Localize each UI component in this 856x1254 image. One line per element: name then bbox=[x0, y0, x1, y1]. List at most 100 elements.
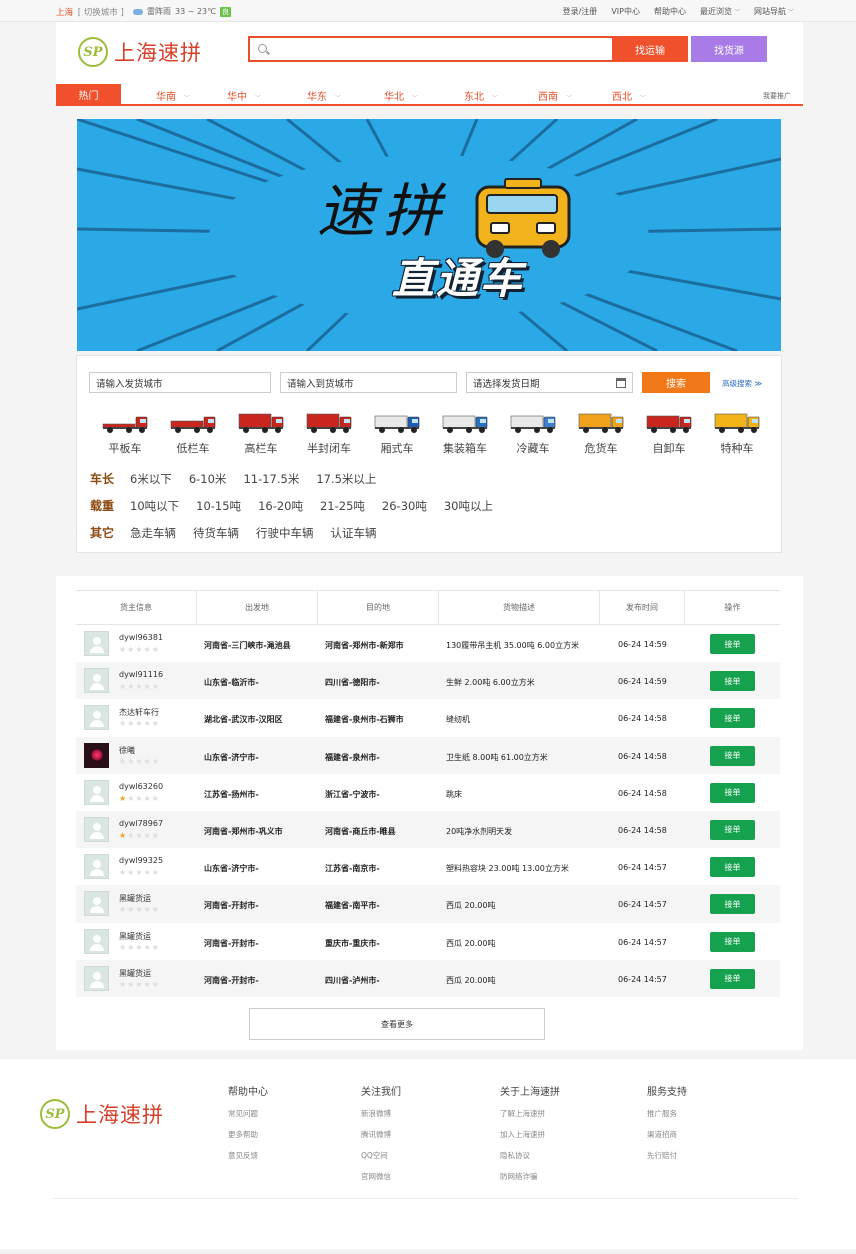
nav-region-huanan[interactable]: 华南 ﹀ bbox=[156, 88, 190, 103]
destination-cell: 重庆市-重庆市- bbox=[325, 938, 380, 948]
truck-type-option[interactable]: 冷藏车 bbox=[499, 408, 567, 456]
rating-stars: ★★★★★ bbox=[119, 980, 160, 989]
site-nav-dropdown[interactable]: 网站导航 ﹀ bbox=[754, 6, 794, 17]
truck-type-option[interactable]: 自卸车 bbox=[635, 408, 703, 456]
nav-region-xibei[interactable]: 西北 ﹀ bbox=[612, 88, 646, 103]
recent-browse-dropdown[interactable]: 最近浏览 ﹀ bbox=[700, 6, 740, 17]
destination-city-input[interactable]: 请输入到货城市 bbox=[280, 372, 457, 393]
shipper-name[interactable]: dywl63260 bbox=[119, 782, 163, 791]
take-order-button[interactable]: 接单 bbox=[710, 857, 755, 878]
truck-type-option[interactable]: 集装箱车 bbox=[431, 408, 499, 456]
take-order-button[interactable]: 接单 bbox=[710, 931, 755, 952]
avatar[interactable] bbox=[84, 742, 109, 768]
truck-type-option[interactable]: 高栏车 bbox=[227, 408, 295, 456]
site-logo[interactable]: SP 上海速拼 bbox=[78, 37, 202, 67]
filter-option[interactable]: 急走车辆 bbox=[130, 525, 176, 541]
filter-option[interactable]: 11-17.5米 bbox=[243, 471, 299, 487]
truck-type-option[interactable]: 低栏车 bbox=[159, 408, 227, 456]
filter-option[interactable]: 30吨以上 bbox=[444, 498, 493, 514]
filter-option[interactable]: 17.5米以上 bbox=[316, 471, 376, 487]
view-more-button[interactable]: 查看更多 bbox=[249, 1008, 545, 1040]
current-city[interactable]: 上海 [ 切换城市 ] bbox=[56, 6, 124, 18]
switch-city-link[interactable]: [ 切换城市 ] bbox=[78, 8, 124, 18]
filter-option[interactable]: 6-10米 bbox=[189, 471, 227, 487]
take-order-button[interactable]: 接单 bbox=[710, 671, 755, 692]
shipper-name[interactable]: dywl78967 bbox=[119, 819, 163, 828]
footer-link[interactable]: 腾讯微博 bbox=[361, 1129, 401, 1140]
shipper-name[interactable]: 黑罐货运 bbox=[119, 968, 151, 979]
footer-link[interactable]: 意见反馈 bbox=[228, 1150, 268, 1161]
footer-link[interactable]: 推广服务 bbox=[647, 1108, 687, 1119]
footer-link[interactable]: 更多帮助 bbox=[228, 1129, 268, 1140]
filter-option[interactable]: 16-20吨 bbox=[258, 498, 303, 514]
shipper-name[interactable]: dywl96381 bbox=[119, 633, 163, 642]
avatar[interactable] bbox=[84, 779, 109, 805]
avatar[interactable] bbox=[84, 891, 109, 917]
footer-link[interactable]: 先行赔付 bbox=[647, 1150, 687, 1161]
login-register-link[interactable]: 登录/注册 bbox=[563, 6, 598, 17]
avatar[interactable] bbox=[84, 668, 109, 694]
take-order-button[interactable]: 接单 bbox=[710, 894, 755, 915]
footer-logo[interactable]: SP 上海速拼 bbox=[40, 1099, 164, 1129]
avatar[interactable] bbox=[84, 854, 109, 880]
filter-option[interactable]: 待货车辆 bbox=[193, 525, 239, 541]
tab-hot[interactable]: 热门 bbox=[56, 84, 121, 104]
shipper-name[interactable]: 黑罐货运 bbox=[119, 893, 151, 904]
avatar[interactable] bbox=[84, 631, 109, 656]
filter-option[interactable]: 21-25吨 bbox=[320, 498, 365, 514]
take-order-button[interactable]: 接单 bbox=[710, 708, 755, 729]
vip-center-link[interactable]: VIP中心 bbox=[611, 6, 640, 17]
take-order-button[interactable]: 接单 bbox=[710, 634, 755, 654]
filter-option[interactable]: 10吨以下 bbox=[130, 498, 179, 514]
shipper-name[interactable]: dywl99325 bbox=[119, 856, 163, 865]
footer-link[interactable]: 防网络诈骗 bbox=[500, 1171, 560, 1182]
footer-link[interactable]: 官网微信 bbox=[361, 1171, 401, 1182]
promote-link[interactable]: 我要推广 bbox=[763, 91, 791, 101]
filter-option[interactable]: 行驶中车辆 bbox=[256, 525, 314, 541]
advanced-search-link[interactable]: 高级搜索 ≫ bbox=[722, 378, 762, 389]
ship-date-input[interactable]: 请选择发货日期 bbox=[466, 372, 633, 393]
avatar[interactable] bbox=[84, 965, 109, 991]
nav-region-huadong[interactable]: 华东 ﹀ bbox=[307, 88, 341, 103]
star-icon: ★ bbox=[143, 905, 152, 915]
filter-option[interactable]: 认证车辆 bbox=[331, 525, 377, 541]
truck-type-option[interactable]: 半封闭车 bbox=[295, 408, 363, 456]
nav-region-huabei[interactable]: 华北 ﹀ bbox=[384, 88, 418, 103]
nav-region-huazhong[interactable]: 华中 ﹀ bbox=[227, 88, 261, 103]
truck-type-option[interactable]: 厢式车 bbox=[363, 408, 431, 456]
footer-link[interactable]: 常见问题 bbox=[228, 1108, 268, 1119]
take-order-button[interactable]: 接单 bbox=[710, 782, 755, 803]
filter-option[interactable]: 6米以下 bbox=[130, 471, 172, 487]
destination-cell: 福建省-南平市- bbox=[325, 901, 380, 911]
truck-type-option[interactable]: 平板车 bbox=[91, 408, 159, 456]
shipper-name[interactable]: 杰达轩车行 bbox=[119, 707, 159, 718]
take-order-button[interactable]: 接单 bbox=[710, 745, 755, 766]
origin-city-input[interactable]: 请输入发货城市 bbox=[89, 372, 271, 393]
nav-region-dongbei[interactable]: 东北 ﹀ bbox=[464, 88, 498, 103]
footer-link[interactable]: QQ空间 bbox=[361, 1150, 401, 1161]
shipper-name[interactable]: 黑罐货运 bbox=[119, 931, 151, 942]
avatar[interactable] bbox=[84, 816, 109, 842]
find-transport-button[interactable]: 找运输 bbox=[612, 36, 688, 62]
footer-link[interactable]: 了解上海速拼 bbox=[500, 1108, 560, 1119]
truck-type-option[interactable]: 特种车 bbox=[703, 408, 771, 456]
help-center-link[interactable]: 帮助中心 bbox=[654, 6, 686, 17]
take-order-button[interactable]: 接单 bbox=[710, 819, 755, 840]
truck-type-option[interactable]: 危货车 bbox=[567, 408, 635, 456]
avatar[interactable] bbox=[84, 705, 109, 731]
footer-link[interactable]: 加入上海速拼 bbox=[500, 1129, 560, 1140]
shipper-name[interactable]: 徐曦 bbox=[119, 745, 135, 756]
search-input[interactable] bbox=[248, 36, 614, 62]
take-order-button[interactable]: 接单 bbox=[710, 968, 755, 989]
nav-region-xinan[interactable]: 西南 ﹀ bbox=[538, 88, 572, 103]
shipper-name[interactable]: dywl91116 bbox=[119, 670, 163, 679]
footer-link[interactable]: 渠道招商 bbox=[647, 1129, 687, 1140]
filter-option[interactable]: 26-30吨 bbox=[382, 498, 427, 514]
footer-link[interactable]: 隐私协议 bbox=[500, 1150, 560, 1161]
search-button[interactable]: 搜索 bbox=[642, 372, 710, 393]
footer-link[interactable]: 新浪微博 bbox=[361, 1108, 401, 1119]
promo-banner[interactable]: 速拼 直通车 bbox=[77, 119, 781, 351]
find-cargo-button[interactable]: 找货源 bbox=[691, 36, 767, 62]
filter-option[interactable]: 10-15吨 bbox=[196, 498, 241, 514]
avatar[interactable] bbox=[84, 928, 109, 954]
